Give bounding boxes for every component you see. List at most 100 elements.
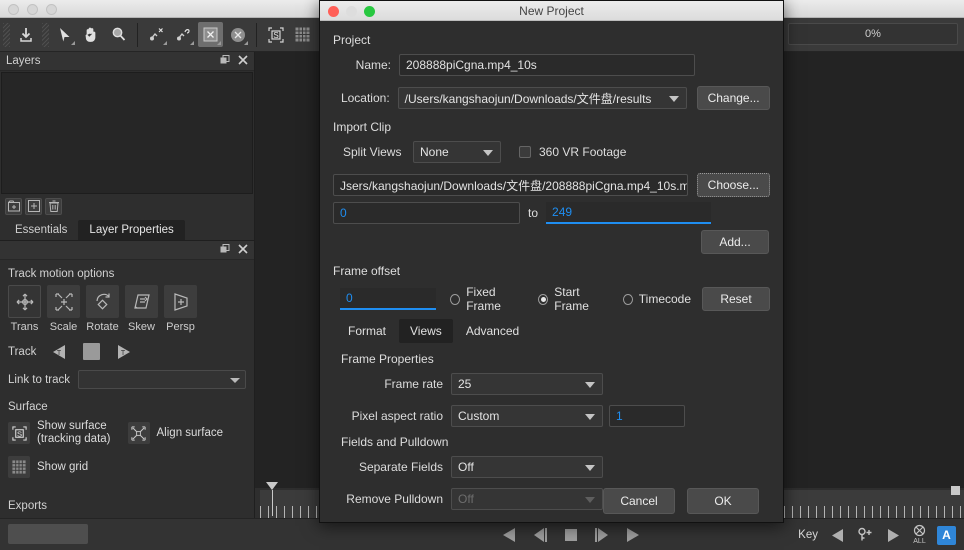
float-panel-icon[interactable]	[220, 55, 230, 65]
start-frame-label: Start Frame	[554, 285, 589, 313]
motion-label-persp: Persp	[166, 321, 195, 333]
pan-hand-icon[interactable]	[79, 22, 104, 47]
frame-offset-input[interactable]: 0	[340, 288, 437, 310]
name-input[interactable]: 208888piCgna.mp4_10s	[399, 54, 695, 76]
location-select[interactable]: /Users/kangshaojun/Downloads/文件盘/results	[397, 87, 688, 109]
select-arrow-icon[interactable]	[52, 22, 77, 47]
import-icon[interactable]	[13, 22, 38, 47]
timeline-ruler-left[interactable]	[260, 482, 322, 518]
motion-label-scale: Scale	[49, 321, 78, 333]
panel-tabstrip: Essentials Layer Properties	[0, 217, 254, 241]
layers-list[interactable]	[1, 72, 253, 194]
fixed-frame-label: Fixed Frame	[466, 285, 501, 313]
change-location-button[interactable]: Change...	[697, 86, 770, 110]
step-forward-icon[interactable]	[593, 527, 611, 543]
float-panel-icon-2[interactable]	[220, 244, 230, 254]
show-grid-icon[interactable]	[8, 456, 30, 478]
cancel-button[interactable]: Cancel	[603, 488, 675, 514]
frame-offset-group-label: Frame offset	[333, 264, 401, 278]
previous-key-icon[interactable]	[829, 528, 846, 543]
grid-icon[interactable]	[290, 22, 315, 47]
name-label: Name:	[355, 58, 391, 72]
step-backward-icon[interactable]	[531, 527, 549, 543]
track-forward-icon[interactable]: T	[114, 344, 133, 360]
stop-icon[interactable]	[562, 527, 580, 543]
close-panel-icon[interactable]	[238, 55, 248, 65]
par-custom-input[interactable]: 1	[609, 405, 685, 427]
surface-s-icon[interactable]: S	[263, 22, 288, 47]
tab-layer-properties[interactable]: Layer Properties	[78, 220, 185, 240]
ok-button[interactable]: OK	[687, 488, 759, 514]
frame-rate-select[interactable]: 25	[451, 373, 603, 395]
choose-clip-button[interactable]: Choose...	[696, 173, 770, 197]
minimize-window-button[interactable]	[27, 4, 38, 15]
delete-all-keys-icon[interactable]: ALL	[913, 524, 926, 546]
clip-range-to-input[interactable]: 249	[546, 202, 712, 224]
start-frame-radio[interactable]	[538, 293, 549, 305]
play-forward-icon[interactable]	[624, 527, 642, 543]
track-stop-button[interactable]	[83, 343, 101, 360]
toolbar-grip[interactable]	[3, 22, 10, 47]
dialog-close-button[interactable]	[328, 6, 339, 17]
align-surface-icon-btn[interactable]	[127, 422, 150, 444]
link-to-track-select[interactable]	[78, 370, 246, 389]
play-backward-icon[interactable]	[500, 527, 518, 543]
dialog-maximize-button[interactable]	[364, 6, 375, 17]
motion-option-scale[interactable]: Scale	[47, 285, 80, 333]
tab-views[interactable]: Views	[399, 319, 453, 343]
clip-path-input[interactable]: Jsers/kangshaojun/Downloads/文件盘/208888pi…	[333, 174, 688, 196]
show-surface-icon[interactable]: S	[8, 422, 30, 444]
import-clip-group-label: Import Clip	[333, 120, 392, 134]
fixed-frame-radio[interactable]	[450, 293, 461, 305]
left-panel: Layers Essentials Layer Properties Track…	[0, 52, 255, 550]
new-layer-icon[interactable]	[5, 197, 22, 215]
reset-offset-button[interactable]: Reset	[702, 287, 771, 311]
motion-option-trans[interactable]: Trans	[8, 285, 41, 333]
all-label: ALL	[913, 538, 926, 545]
zoom-magnifier-icon[interactable]	[106, 22, 131, 47]
auto-key-button[interactable]: A	[937, 525, 956, 545]
clip-range-from-input[interactable]: 0	[333, 202, 520, 224]
clip-path-row: Jsers/kangshaojun/Downloads/文件盘/208888pi…	[333, 173, 770, 197]
tab-format[interactable]: Format	[337, 319, 398, 343]
timecode-radio[interactable]	[622, 293, 633, 305]
timeline-ruler-right[interactable]	[784, 486, 964, 518]
separate-fields-row: Separate Fields Off	[333, 456, 770, 478]
add-key-icon[interactable]	[857, 527, 874, 543]
dialog-minimize-button[interactable]	[346, 6, 357, 17]
add-clip-button[interactable]: Add...	[701, 230, 769, 254]
tab-essentials[interactable]: Essentials	[4, 220, 78, 240]
show-surface-label: Show surface (tracking data)	[37, 420, 111, 446]
motion-option-rotate[interactable]: Rotate	[86, 285, 119, 333]
layers-panel-header: Layers	[0, 52, 254, 71]
motion-option-persp[interactable]: Persp	[164, 285, 197, 333]
separate-fields-select[interactable]: Off	[451, 456, 603, 478]
chevron-down-icon	[585, 382, 595, 388]
x-square-icon[interactable]	[198, 22, 223, 47]
align-surface-label: Align surface	[156, 426, 223, 439]
track-label: Track	[8, 345, 37, 358]
par-select[interactable]: Custom	[451, 405, 603, 427]
timeline-ticks-left	[260, 506, 322, 518]
x-circle-icon[interactable]	[225, 22, 250, 47]
timeline-end-marker[interactable]	[951, 486, 960, 495]
frame-rate-value: 25	[458, 377, 472, 391]
edit-spline-icon[interactable]	[171, 22, 196, 47]
duplicate-layer-icon[interactable]	[25, 197, 42, 215]
surface-row-1: S Show surface (tracking data) Align sur…	[0, 418, 254, 448]
split-views-row: Split Views None 360 VR Footage	[333, 141, 770, 163]
close-panel-icon-2[interactable]	[238, 244, 248, 254]
add-spline-x-icon[interactable]	[144, 22, 169, 47]
timeline-scrubber[interactable]	[8, 524, 88, 544]
vr-footage-checkbox[interactable]	[519, 146, 531, 158]
track-backward-icon[interactable]: T	[50, 344, 69, 360]
translate-icon	[8, 285, 41, 318]
close-window-button[interactable]	[8, 4, 19, 15]
maximize-window-button[interactable]	[46, 4, 57, 15]
tab-advanced[interactable]: Advanced	[454, 319, 531, 343]
delete-layer-icon[interactable]	[45, 197, 62, 215]
motion-option-skew[interactable]: Skew	[125, 285, 158, 333]
toolbar-grip-2[interactable]	[42, 22, 49, 47]
next-key-icon[interactable]	[885, 528, 902, 543]
split-views-select[interactable]: None	[413, 141, 501, 163]
